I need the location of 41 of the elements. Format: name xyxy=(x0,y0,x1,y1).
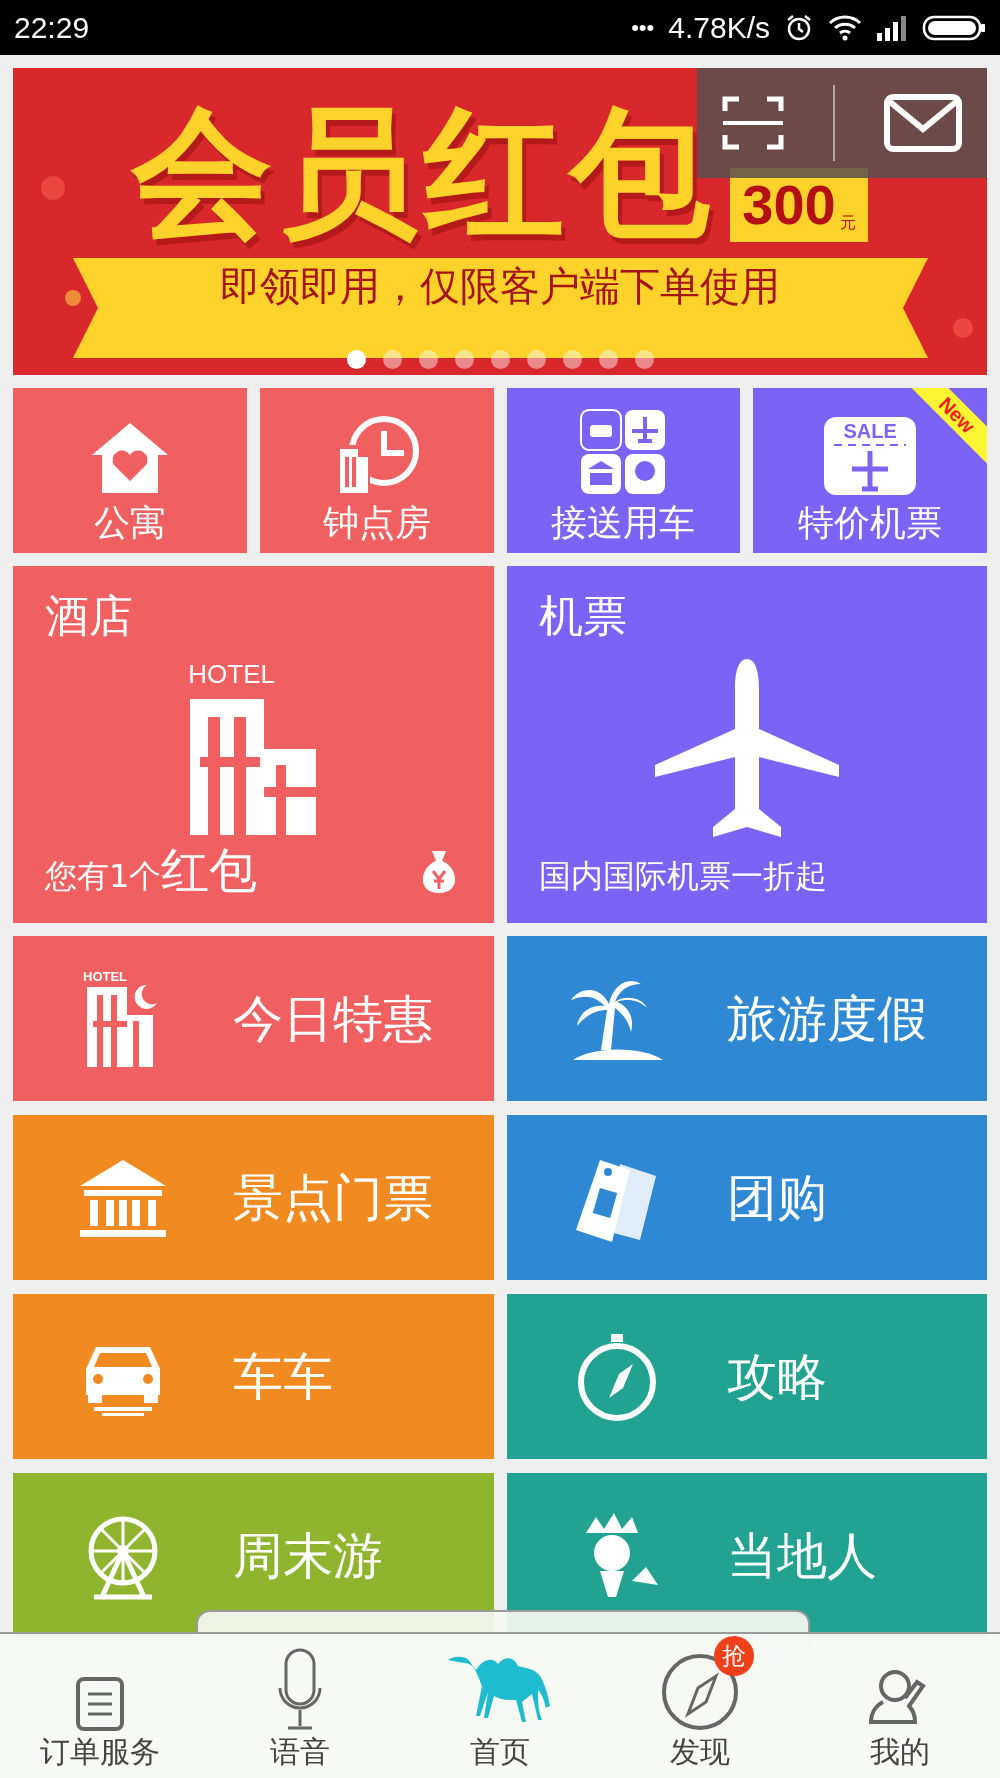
category-tile[interactable]: 团购 xyxy=(506,1115,987,1280)
nav-badge: 抢 xyxy=(714,1636,754,1676)
pager-dot[interactable] xyxy=(598,350,618,369)
tile-title: 机票 xyxy=(538,589,627,643)
airplane-ticket-icon: SALE xyxy=(824,417,917,495)
pager-dot[interactable] xyxy=(634,350,654,369)
banner-headline: 会员红包 xyxy=(132,98,717,248)
category-tile[interactable]: 机票 国内国际机票一折起 xyxy=(506,566,987,923)
pager-dot[interactable] xyxy=(562,350,582,369)
pager-dot[interactable] xyxy=(490,350,510,369)
tile-note: 您有1个红包 xyxy=(45,845,258,900)
category-tile[interactable]: 景点门票 xyxy=(13,1115,494,1280)
category-tile[interactable]: 接送用车 xyxy=(506,388,741,553)
category-tile[interactable]: 酒店 HOTEL 您有1个红包 xyxy=(13,566,494,923)
promo-banner[interactable]: 会员红包 300 元 即领即用，仅限客户端下单使用 xyxy=(13,68,987,375)
mail-icon[interactable] xyxy=(883,93,963,153)
wifi-icon xyxy=(828,13,862,42)
category-tile[interactable]: 旅游度假 xyxy=(506,936,987,1101)
microphone-icon xyxy=(277,1648,323,1732)
temple-icon xyxy=(78,1157,168,1238)
signal-icon xyxy=(876,14,908,41)
pager-dot[interactable] xyxy=(526,350,546,369)
category-tile[interactable]: 公寓 xyxy=(13,388,247,553)
category-tile[interactable]: 钟点房 xyxy=(259,388,494,553)
pager-dot[interactable] xyxy=(418,350,438,369)
battery-icon xyxy=(922,14,986,41)
amount-value: 300 xyxy=(742,176,836,234)
more-dots: ••• xyxy=(631,14,655,41)
network-speed: 4.78K/s xyxy=(668,10,770,45)
banner-subtitle: 即领即用，仅限客户端下单使用 xyxy=(220,262,780,311)
pager-dot[interactable] xyxy=(382,350,402,369)
category-tile[interactable]: 攻略 xyxy=(506,1294,987,1459)
tile-note: 国内国际机票一折起 xyxy=(538,856,827,897)
category-tile[interactable]: HOTEL 今日特惠 xyxy=(13,936,494,1101)
amount-unit: 元 xyxy=(839,213,856,234)
document-icon xyxy=(75,1676,125,1732)
clock-time: 22:29 xyxy=(14,10,90,45)
category-tile[interactable]: 车车 xyxy=(13,1294,494,1459)
pager-dot[interactable] xyxy=(454,350,474,369)
transport-grid-icon xyxy=(580,409,667,495)
tile-title: 酒店 xyxy=(45,589,133,643)
